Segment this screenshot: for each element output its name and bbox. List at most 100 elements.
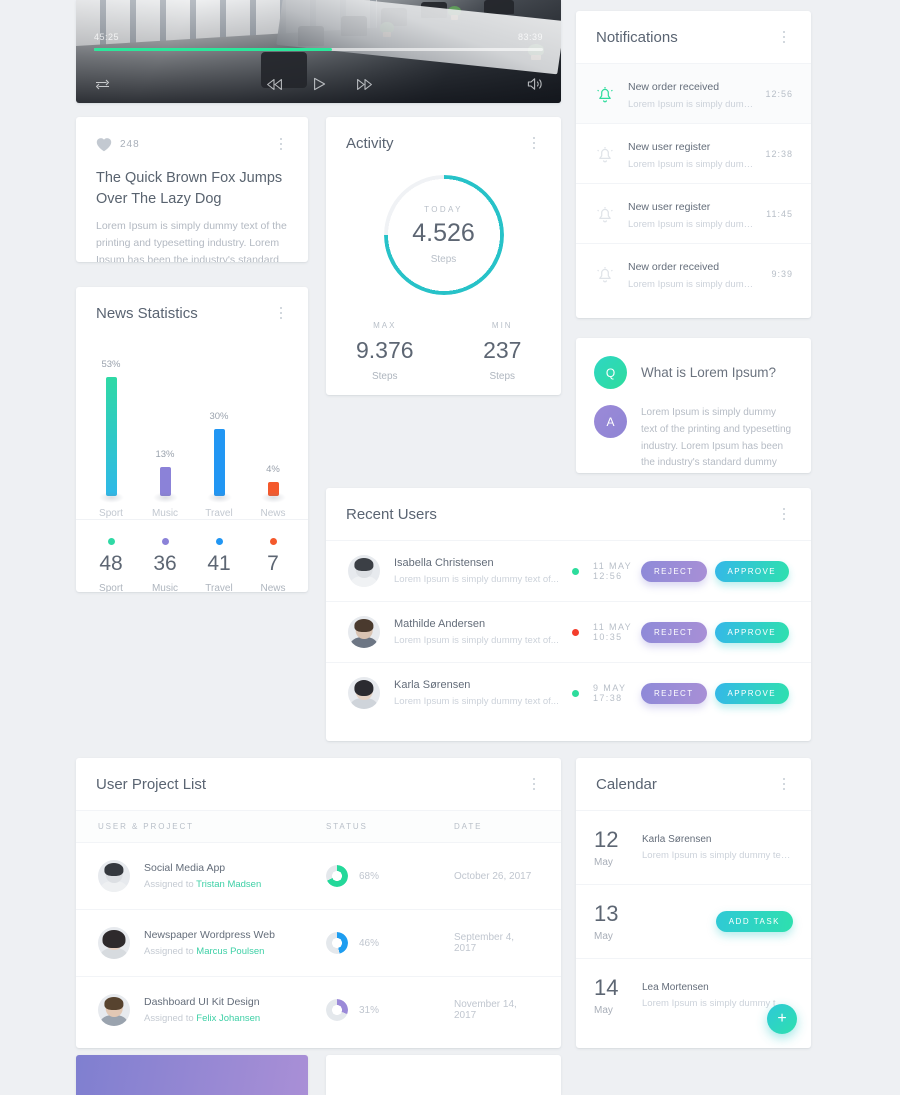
recent-user-info: Karla Sørensen Lorem Ipsum is simply dum… — [394, 679, 572, 707]
approve-button[interactable]: APPROVE — [714, 682, 789, 704]
project-name: Social Media App — [144, 862, 226, 874]
stat-dot-icon — [215, 538, 223, 545]
avatar — [348, 677, 380, 709]
status-dot-icon — [572, 689, 579, 697]
bar-value-label: 4% — [266, 464, 280, 475]
news-statistics-card: News Statistics 53% Sport 13% Music 30% … — [76, 287, 308, 592]
bar[interactable] — [152, 466, 178, 504]
more-options-icon[interactable] — [274, 304, 288, 322]
calendar-day-number: 12 — [594, 827, 619, 852]
approve-button[interactable]: APPROVE — [714, 621, 789, 643]
notification-item[interactable]: New user register Lorem Ipsum is simply … — [576, 183, 811, 243]
reject-button[interactable]: REJECT — [641, 621, 707, 643]
recent-user-row: Karla Sørensen Lorem Ipsum is simply dum… — [326, 662, 811, 723]
reject-button[interactable]: REJECT — [641, 560, 707, 582]
project-date: November 14, 2017 — [454, 999, 517, 1021]
repeat-icon[interactable] — [94, 77, 111, 91]
activity-title: Activity — [346, 134, 394, 152]
calendar-title: Calendar — [596, 775, 657, 793]
project-assignee: Assigned to Marcus Poulsen — [144, 946, 265, 957]
notification-item[interactable]: New user register Lorem Ipsum is simply … — [576, 123, 811, 183]
bar[interactable] — [260, 482, 286, 503]
video-controls-overlay: 45:25 83:39 — [76, 0, 561, 103]
stat-item: 48 Sport — [84, 538, 138, 592]
activity-max: MAX 9.376 Steps — [326, 321, 444, 382]
project-date: September 4, 2017 — [454, 932, 515, 954]
project-user-cell: Dashboard UI Kit Design Assigned to Feli… — [98, 994, 326, 1026]
recent-user-subtitle: Lorem Ipsum is simply dummy text of... — [394, 574, 559, 585]
add-event-fab[interactable]: + — [767, 1004, 797, 1034]
activity-donut-chart: TODAY 4.526 Steps — [383, 175, 504, 295]
notifications-card: Notifications New order received Lorem I… — [576, 11, 811, 318]
bottom-purple-card-peek[interactable] — [76, 1055, 308, 1095]
calendar-row[interactable]: 13 May ADD TASK — [576, 884, 811, 958]
recent-users-title: Recent Users — [346, 505, 437, 523]
approve-button[interactable]: APPROVE — [714, 560, 789, 582]
notification-item[interactable]: New order received Lorem Ipsum is simply… — [576, 63, 811, 123]
news-bar-chart: 53% Sport 13% Music 30% Travel 4% News — [76, 339, 308, 519]
video-progress-bar[interactable] — [94, 48, 543, 51]
stat-item: 41 Travel — [192, 538, 246, 592]
recent-user-date: 11 MAY 10:35 — [593, 622, 632, 642]
user-project-list-card: User Project List USER & PROJECT STATUS … — [76, 758, 561, 1048]
project-info: Newspaper Wordpress Web Assigned to Marc… — [144, 929, 275, 957]
bottom-white-card-peek[interactable] — [326, 1055, 561, 1095]
bar-value-label: 13% — [155, 448, 175, 460]
more-options-icon[interactable] — [527, 134, 541, 152]
add-task-button[interactable]: ADD TASK — [715, 911, 793, 932]
more-options-icon[interactable] — [527, 775, 541, 793]
avatar-image — [348, 677, 380, 709]
volume-icon[interactable] — [527, 77, 543, 91]
more-options-icon[interactable] — [274, 135, 288, 153]
activity-min-caption: MIN — [491, 321, 513, 330]
reject-button[interactable]: REJECT — [641, 682, 707, 704]
calendar-date: 13 May — [594, 901, 642, 942]
notification-item[interactable]: New order received Lorem Ipsum is simply… — [576, 243, 811, 303]
notification-time: 9:39 — [771, 268, 793, 279]
calendar-row[interactable]: 12 May Karla Sørensen Lorem Ipsum is sim… — [576, 810, 811, 884]
notification-text: New user register Lorem Ipsum is simply … — [628, 197, 754, 230]
calendar-day-number: 14 — [594, 975, 619, 1000]
bar[interactable] — [206, 428, 232, 503]
stat-value: 48 — [99, 552, 123, 575]
stat-dot-icon — [269, 538, 277, 545]
more-options-icon[interactable] — [777, 775, 791, 793]
project-table-header: USER & PROJECT STATUS DATE — [76, 810, 561, 842]
project-user-cell: Social Media App Assigned to Tristan Mad… — [98, 860, 326, 892]
project-progress-donut — [326, 932, 348, 954]
faq-question-row: Q What is Lorem Ipsum? — [594, 356, 793, 389]
more-options-icon[interactable] — [777, 28, 791, 46]
bar-column: 53% Sport — [89, 339, 134, 519]
recent-user-date: 11 MAY 12:56 — [593, 561, 632, 581]
answer-badge: A — [594, 405, 627, 438]
activity-max-caption: MAX — [373, 321, 397, 330]
recent-user-name: Karla Sørensen — [394, 679, 471, 691]
more-options-icon[interactable] — [777, 505, 791, 523]
dashboard-page: 45:25 83:39 248 The Quick Brown Fox Jump… — [0, 0, 900, 1095]
avatar-image — [98, 860, 130, 892]
stat-label: Music — [151, 583, 179, 592]
bar[interactable] — [98, 376, 124, 504]
stat-dot-icon — [107, 538, 115, 545]
heart-icon[interactable] — [96, 137, 112, 152]
activity-ring-center: TODAY 4.526 Steps — [384, 175, 504, 295]
calendar-list: 12 May Karla Sørensen Lorem Ipsum is sim… — [576, 810, 811, 1032]
rewind-icon[interactable] — [266, 78, 283, 91]
notification-subtitle: Lorem Ipsum is simply dummy... — [628, 219, 755, 230]
like-group[interactable]: 248 — [96, 137, 140, 152]
avatar-image — [348, 616, 380, 648]
calendar-month: May — [594, 1005, 613, 1016]
avatar-image — [98, 927, 130, 959]
project-info: Social Media App Assigned to Tristan Mad… — [144, 862, 261, 890]
video-player-card[interactable]: 45:25 83:39 — [76, 0, 561, 103]
calendar-card: Calendar 12 May Karla Sørensen Lorem Ips… — [576, 758, 811, 1048]
column-header-user: USER & PROJECT — [98, 822, 194, 831]
faq-card: Q What is Lorem Ipsum? A Lorem Ipsum is … — [576, 338, 811, 473]
calendar-month: May — [594, 857, 613, 868]
notifications-header: Notifications — [576, 11, 811, 63]
project-progress-donut — [326, 865, 348, 887]
fast-forward-icon[interactable] — [356, 78, 373, 91]
play-icon[interactable] — [313, 77, 326, 91]
calendar-event-desc: Lorem Ipsum is simply dummy text of... — [642, 850, 793, 861]
notification-title: New user register — [628, 201, 711, 213]
